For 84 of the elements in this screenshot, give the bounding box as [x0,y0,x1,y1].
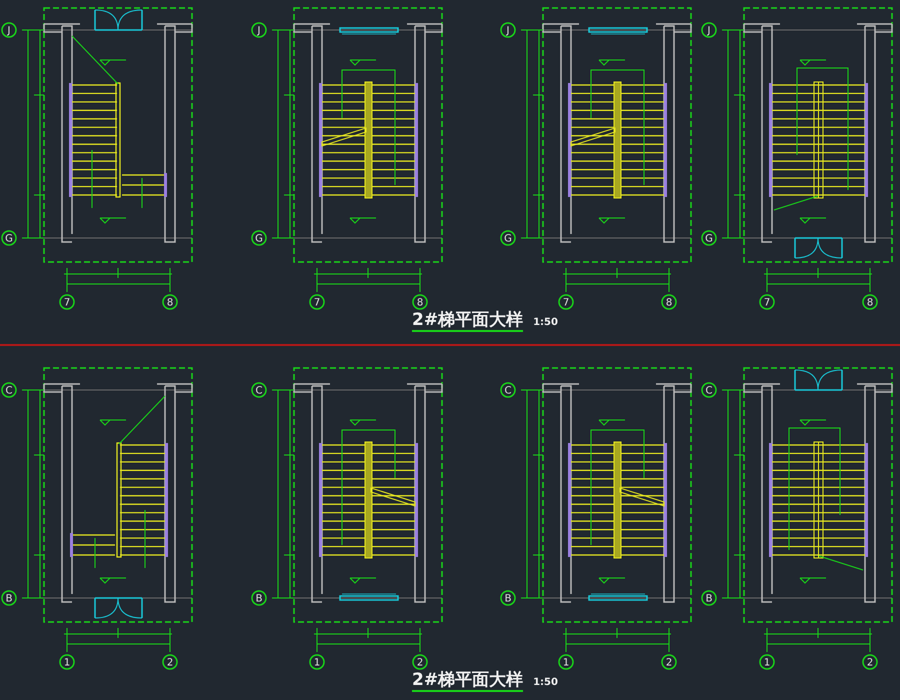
grid-bubble [1,22,17,38]
grid-bubble [1,382,17,398]
grid-label: 2 [866,658,874,668]
grid-bubble [759,294,775,310]
grid-bubble [701,230,717,246]
elevation-mark-icon [800,60,826,66]
grid-bubble [412,294,428,310]
grid-bubble [500,230,516,246]
grid-label: G [255,234,263,244]
grid-bubble [661,654,677,670]
grid-label: 7 [314,298,320,308]
grid-label: G [705,234,713,244]
grid-label: 1 [562,658,570,668]
grid-bubble [162,654,178,670]
grid-label: G [504,234,512,244]
grid-bubble [1,590,17,606]
grid-label: 8 [666,298,672,308]
grid-bubble [412,654,428,670]
grid-bubble [759,654,775,670]
grid-label: B [6,594,12,604]
elevation-mark-icon [100,60,126,66]
grid-label: C [504,386,512,396]
grid-label: G [5,234,13,244]
grid-bubble [862,654,878,670]
grid-bubble [59,294,75,310]
grid-bubble [500,590,516,606]
grid-label: C [706,386,712,396]
elevation-mark-icon [800,218,826,224]
drawing-title: 2#梯平面大样 [412,310,524,332]
grid-label: B [256,594,262,604]
elevation-mark-icon [800,420,826,426]
grid-label: J [258,26,260,36]
grid-bubble [251,590,267,606]
drawing-scale: 1:50 [533,317,558,328]
grid-label: 7 [764,298,770,308]
grid-bubble [862,294,878,310]
grid-label: J [708,26,710,36]
grid-bubble [558,294,574,310]
elevation-mark-icon [350,60,376,66]
grid-label: C [6,386,12,396]
elevation-mark-icon [598,218,626,224]
grid-label: 7 [64,298,70,308]
grid-bubble [59,654,75,670]
grid-bubble [309,654,325,670]
grid-label: J [8,26,10,36]
elevation-mark-icon [598,60,626,66]
grid-label: 2 [666,658,672,668]
grid-label: 2 [166,658,174,668]
grid-label: 8 [416,298,424,308]
grid-bubble [251,382,267,398]
grid-bubble [558,654,574,670]
grid-label: J [506,26,510,36]
grid-bubble [251,230,267,246]
grid-bubble [309,294,325,310]
grid-bubble [500,22,516,38]
grid-label: 2 [416,658,424,668]
elevation-mark-icon [100,578,126,584]
elevation-mark-icon [598,420,626,426]
grid-bubble [1,230,17,246]
grid-bubble [701,382,717,398]
grid-label: 8 [166,298,174,308]
grid-label: 1 [764,658,770,668]
grid-bubble [701,590,717,606]
grid-label: B [706,594,712,604]
grid-bubble [500,382,516,398]
elevation-mark-icon [100,420,126,426]
grid-label: C [256,386,262,396]
grid-label: B [504,594,512,604]
elevation-mark-icon [350,218,376,224]
grid-label: 7 [562,298,570,308]
elevation-mark-icon [100,218,126,224]
grid-label: 8 [866,298,874,308]
grid-bubble [661,294,677,310]
elevation-mark-icon [598,578,626,584]
elevation-mark-icon [800,578,826,584]
elevation-mark-icon [350,578,376,584]
grid-bubble [701,22,717,38]
grid-bubble [251,22,267,38]
grid-label: 1 [314,658,320,668]
grid-bubble [162,294,178,310]
grid-label: 1 [64,658,70,668]
drawing-scale: 1:50 [533,677,558,688]
drawing-title: 2#梯平面大样 [412,670,524,692]
elevation-mark-icon [350,420,376,426]
